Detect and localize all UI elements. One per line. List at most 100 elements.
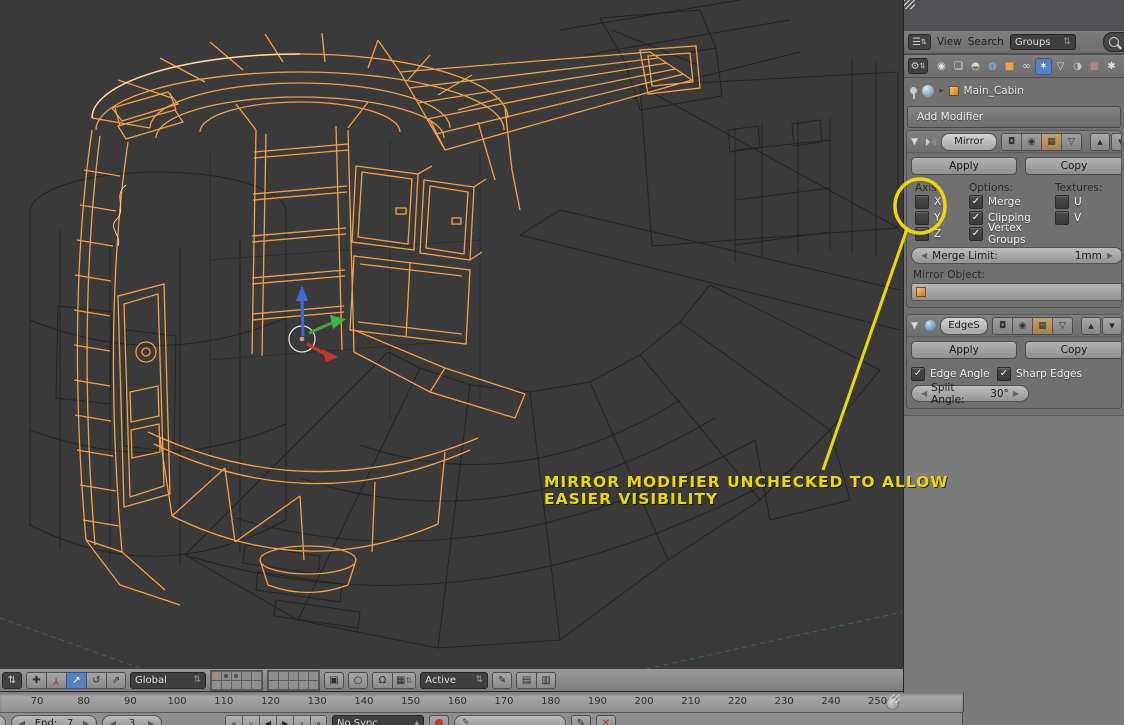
outliner-filter-dropdown[interactable]: Groups⇅ xyxy=(1010,34,1076,50)
layer-cell[interactable] xyxy=(222,681,231,689)
checkbox-y[interactable]: Y xyxy=(915,210,969,226)
snap-target-dropdown[interactable]: Active⇅ xyxy=(420,672,488,689)
layers-grid-2[interactable] xyxy=(267,670,320,691)
opengl-render-image-icon[interactable]: ▤ xyxy=(516,672,536,689)
apply-button[interactable]: Apply xyxy=(911,341,1017,359)
viewport-visibility-icon[interactable]: ◉ xyxy=(1013,318,1033,334)
prev-keyframe-button[interactable]: ‹ xyxy=(242,715,259,725)
layer-cell[interactable] xyxy=(309,681,318,689)
jump-start-button[interactable]: « xyxy=(225,715,242,725)
copy-button[interactable]: Copy xyxy=(1025,341,1122,359)
tab-object-data-icon[interactable]: ▽ xyxy=(1053,59,1068,74)
checkbox-box[interactable] xyxy=(915,227,929,241)
checkbox-box[interactable]: ✓ xyxy=(969,211,983,225)
checkbox-x[interactable]: X xyxy=(915,194,969,210)
translate-manipulator-icon[interactable]: ↗ xyxy=(66,672,86,689)
modifier-name-field[interactable]: EdgeS xyxy=(940,317,988,335)
play-reverse-button[interactable]: ◀ xyxy=(259,715,276,725)
merge-limit-slider[interactable]: ◀ Merge Limit: 1mm ▶ xyxy=(911,247,1122,264)
checkbox-edge-angle[interactable]: ✓Edge Angle xyxy=(911,366,997,382)
tab-particles-icon[interactable]: ✱ xyxy=(1104,59,1119,74)
checkbox-box[interactable]: ✓ xyxy=(969,195,983,209)
expand-icon[interactable]: ▼ xyxy=(911,137,921,147)
timeline-ruler[interactable]: 7080901001101201301401501601701801902002… xyxy=(0,693,964,712)
layer-cell[interactable] xyxy=(212,681,221,689)
checkbox-box[interactable]: ✓ xyxy=(969,227,983,241)
snap-magnet-icon[interactable]: Ω xyxy=(372,672,392,689)
layer-cell[interactable] xyxy=(279,681,288,689)
layer-cell[interactable] xyxy=(289,672,298,680)
tab-material-icon[interactable]: ◑ xyxy=(1070,59,1085,74)
render-visibility-icon[interactable]: ◘ xyxy=(1002,134,1022,150)
scale-manipulator-icon[interactable]: ⇗ xyxy=(106,672,126,689)
move-modifier-down-icon[interactable]: ▼ xyxy=(1102,317,1122,335)
proportional-edit-icon[interactable]: ○ xyxy=(348,672,368,689)
mirror-object-field[interactable] xyxy=(911,283,1122,301)
edgesplit-panel-header[interactable]: ▼ EdgeS ◘ ◉ ▦ ▽ ▲ ▼ ✕ xyxy=(907,315,1121,337)
tab-scene-icon[interactable]: ◓ xyxy=(968,59,983,74)
split-angle-slider[interactable]: ◀ Split Angle: 30° ▶ xyxy=(911,385,1029,402)
edit-mode-visibility-icon[interactable]: ▦ xyxy=(1033,318,1053,334)
layer-cell[interactable] xyxy=(269,681,278,689)
edit-mode-visibility-icon[interactable]: ▦ xyxy=(1042,134,1062,150)
outliner-view-menu[interactable]: View xyxy=(937,36,962,48)
lock-to-scene-icon[interactable]: ▣ xyxy=(324,672,344,689)
area-corner-widget[interactable] xyxy=(904,0,915,9)
render-visibility-icon[interactable]: ◘ xyxy=(993,318,1013,334)
move-modifier-up-icon[interactable]: ▲ xyxy=(1081,317,1101,335)
layer-cell[interactable] xyxy=(232,672,241,680)
tab-render-layers-icon[interactable]: ❏ xyxy=(951,59,966,74)
next-keyframe-button[interactable]: › xyxy=(293,715,310,725)
pin-icon[interactable] xyxy=(910,87,917,94)
move-modifier-down-icon[interactable]: ▼ xyxy=(1111,133,1122,151)
3d-viewport[interactable] xyxy=(0,0,903,669)
layer-cell[interactable] xyxy=(279,672,288,680)
outliner-area[interactable] xyxy=(904,0,1124,30)
expand-icon[interactable]: ▼ xyxy=(911,321,921,331)
rotate-manipulator-icon[interactable]: ↺ xyxy=(86,672,106,689)
tab-world-icon[interactable]: ◍ xyxy=(985,59,1000,74)
layer-cell[interactable] xyxy=(299,672,308,680)
layers-widget[interactable] xyxy=(210,670,320,691)
add-modifier-button[interactable]: Add Modifier xyxy=(907,106,1121,128)
opengl-render-anim-icon[interactable]: ▥ xyxy=(536,672,556,689)
layer-cell[interactable] xyxy=(252,681,261,689)
editor-type-button[interactable]: ⇅ xyxy=(2,672,22,689)
layers-grid-1[interactable] xyxy=(210,670,263,691)
layer-cell[interactable] xyxy=(242,681,251,689)
layer-cell[interactable] xyxy=(252,672,261,680)
checkbox-box[interactable]: ✓ xyxy=(997,367,1011,381)
keying-set-field[interactable]: ✎ xyxy=(454,715,566,725)
copy-button[interactable]: Copy xyxy=(1025,157,1122,175)
layer-cell[interactable] xyxy=(299,681,308,689)
checkbox-vertex-groups[interactable]: ✓Vertex Groups xyxy=(969,226,1055,242)
tab-modifiers-icon[interactable]: ✶ xyxy=(1036,59,1051,74)
axis-tripod-icon[interactable]: Y xyxy=(46,672,66,689)
layer-cell[interactable] xyxy=(222,672,231,680)
checkbox-box[interactable]: ✓ xyxy=(911,367,925,381)
record-button[interactable] xyxy=(429,715,449,725)
checkbox-u[interactable]: U xyxy=(1055,194,1082,210)
layer-cell[interactable] xyxy=(289,681,298,689)
mirror-panel-header[interactable]: ▼ Mirror ◘ ◉ ▦ ▽ ▲ ▼ ✕ xyxy=(907,131,1121,153)
tab-texture-icon[interactable]: ▦ xyxy=(1087,59,1102,74)
checkbox-box[interactable] xyxy=(1055,195,1069,209)
checkbox-sharp-edges[interactable]: ✓Sharp Edges xyxy=(997,366,1083,382)
cage-icon[interactable]: ▽ xyxy=(1053,318,1072,334)
play-button[interactable]: ▶ xyxy=(276,715,293,725)
properties-editor-type-button[interactable]: ⚙⇅ xyxy=(908,58,928,74)
opengl-render-brush-icon[interactable]: ✎ xyxy=(492,672,512,689)
layer-cell[interactable] xyxy=(242,672,251,680)
manipulator-toggle-icon[interactable]: ✚ xyxy=(26,672,46,689)
checkbox-box[interactable] xyxy=(915,211,929,225)
insert-keyframe-icon[interactable]: ✎ xyxy=(571,715,591,725)
checkbox-box[interactable] xyxy=(1055,211,1069,225)
tab-constraints-icon[interactable]: ∞ xyxy=(1019,59,1034,74)
orientation-dropdown[interactable]: Global⇅ xyxy=(130,672,206,689)
outliner-editor-type-button[interactable]: ☰⇅ xyxy=(908,34,931,50)
tab-render-icon[interactable]: ◉ xyxy=(934,59,949,74)
modifier-name-field[interactable]: Mirror xyxy=(941,133,997,151)
area-corner-widget[interactable] xyxy=(889,694,900,703)
start-frame-field[interactable] xyxy=(0,715,6,725)
layer-cell[interactable] xyxy=(309,672,318,680)
